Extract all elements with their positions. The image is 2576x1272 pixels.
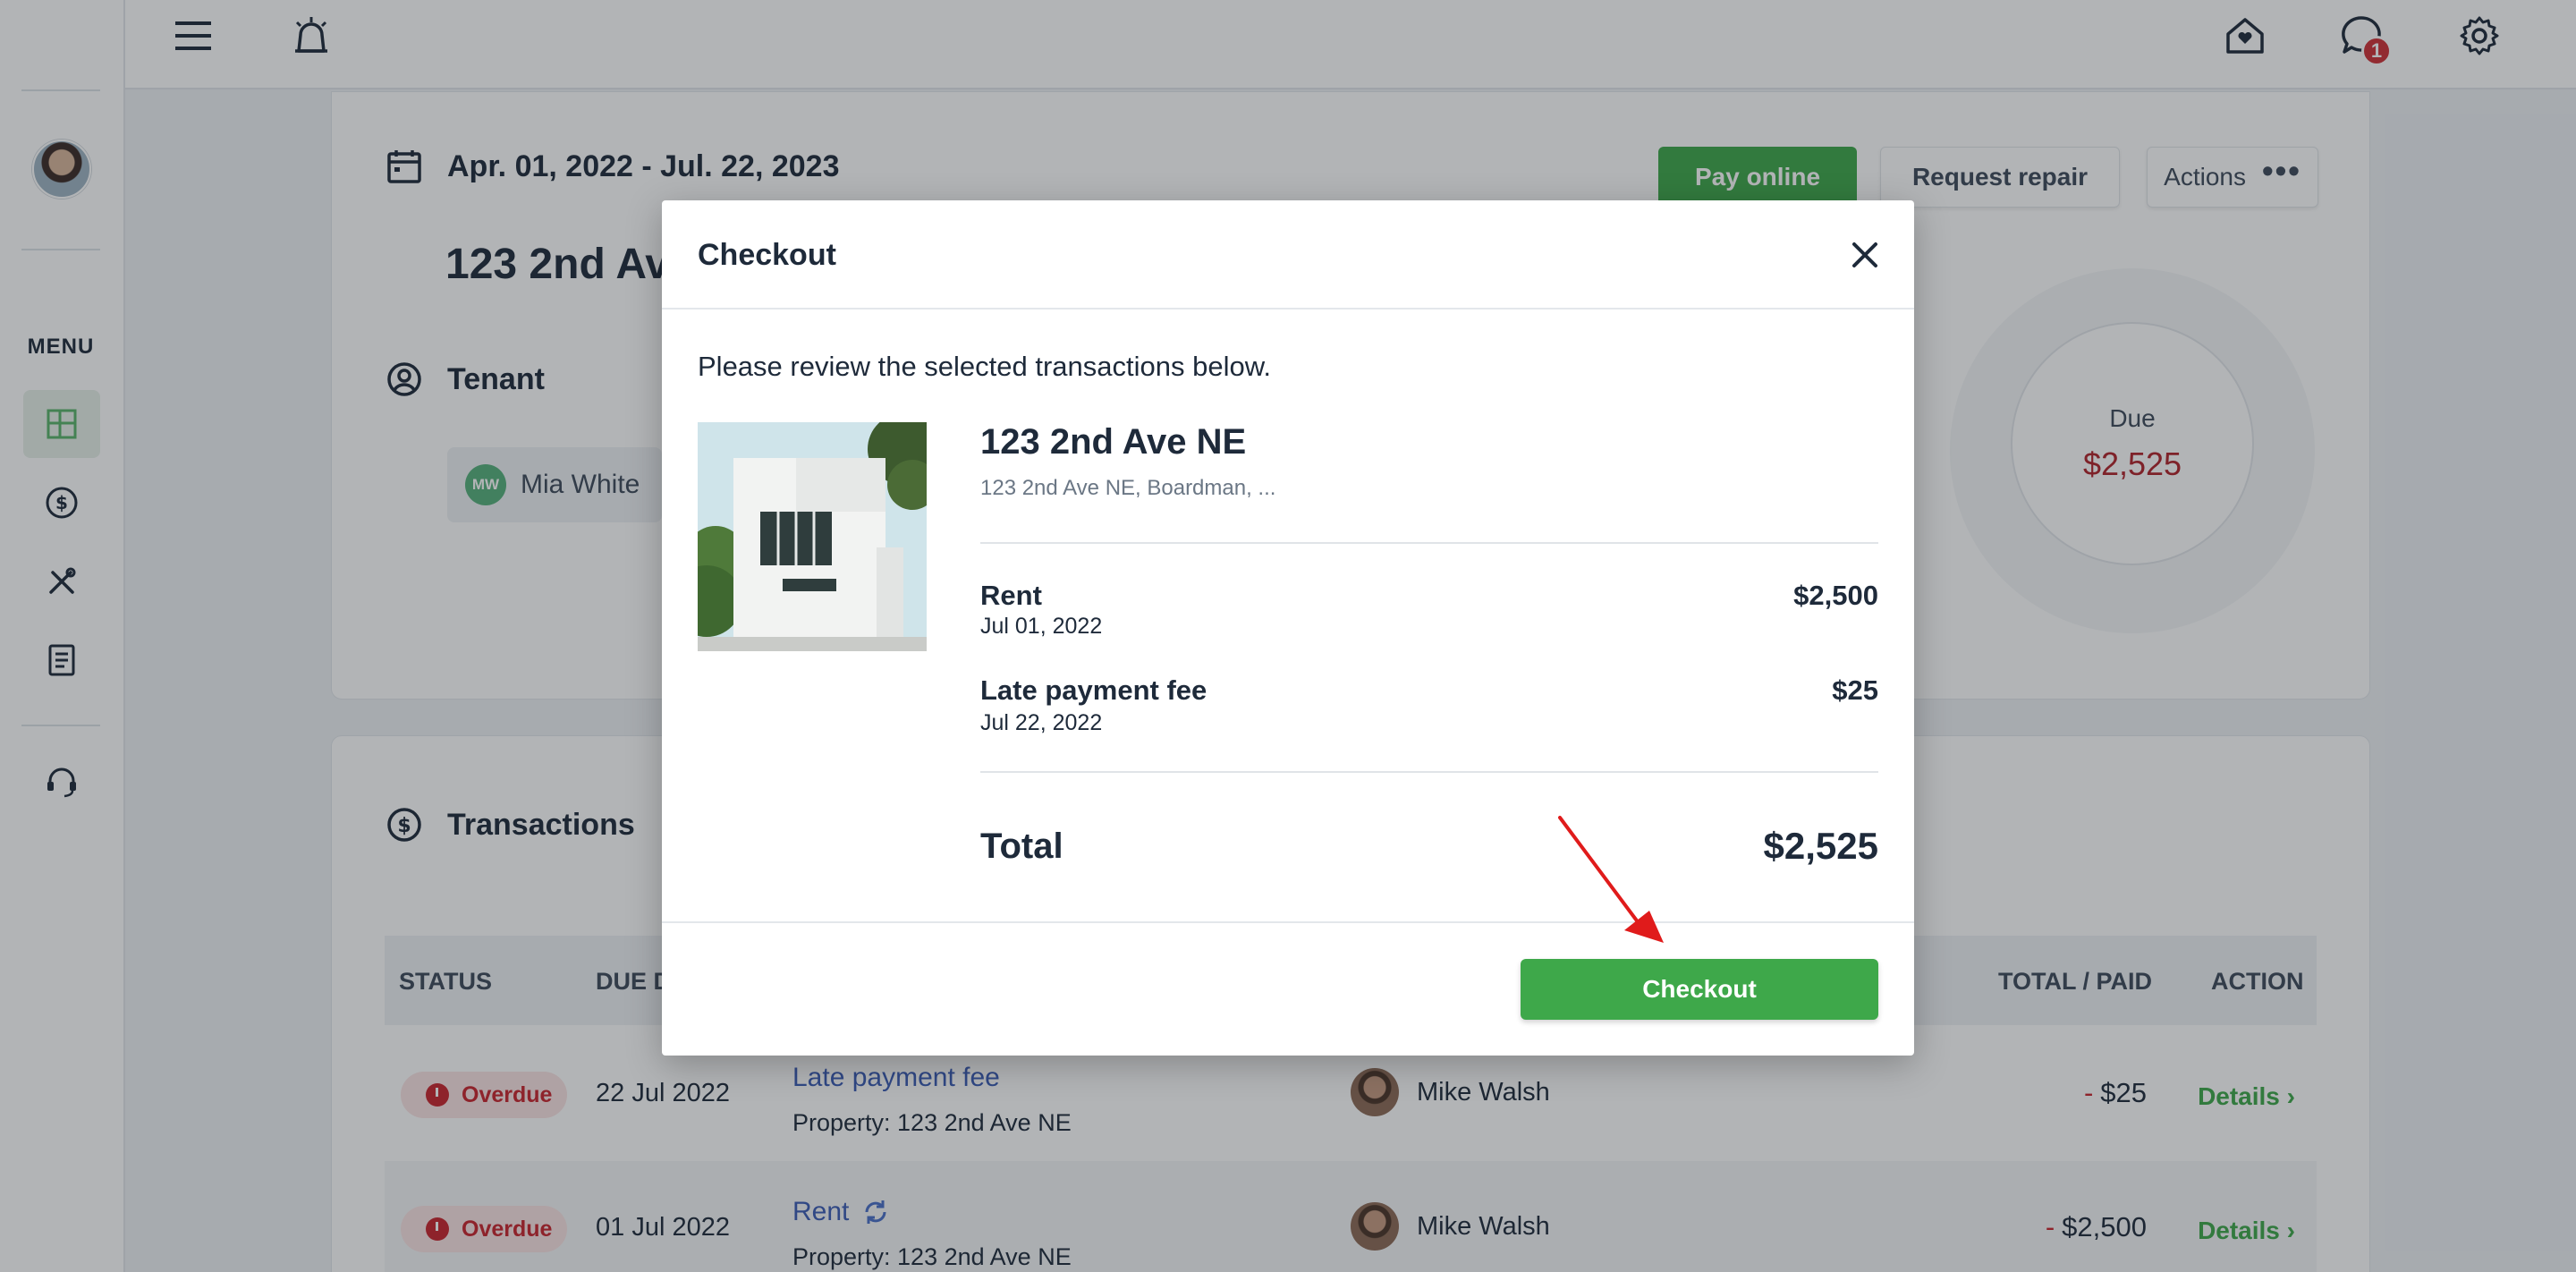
modal-title: Checkout	[698, 238, 836, 272]
checkout-button[interactable]: Checkout	[1521, 959, 1878, 1020]
house-photo	[698, 422, 927, 651]
line-item-amount: $2,500	[1793, 580, 1878, 611]
modal-property-name: 123 2nd Ave NE	[980, 422, 1247, 462]
total-label: Total	[980, 827, 1063, 866]
modal-divider	[980, 771, 1878, 773]
property-image	[698, 422, 927, 651]
line-item-date: Jul 22, 2022	[980, 710, 1103, 735]
modal-divider	[980, 542, 1878, 544]
line-item-amount: $25	[1832, 674, 1878, 706]
line-item-name: Late payment fee	[980, 674, 1208, 706]
modal-footer-divider	[662, 921, 1914, 923]
modal-property-address: 123 2nd Ave NE, Boardman, ...	[980, 476, 1276, 500]
line-item-date: Jul 01, 2022	[980, 614, 1103, 639]
modal-intro-text: Please review the selected transactions …	[698, 351, 1272, 382]
checkout-modal: Checkout Please review the selected tran…	[662, 200, 1914, 1056]
close-icon[interactable]	[1850, 240, 1880, 270]
total-amount: $2,525	[1763, 825, 1878, 867]
modal-header: Checkout	[662, 200, 1914, 310]
line-item-name: Rent	[980, 580, 1042, 611]
annotation-arrow-icon	[1558, 816, 1664, 943]
